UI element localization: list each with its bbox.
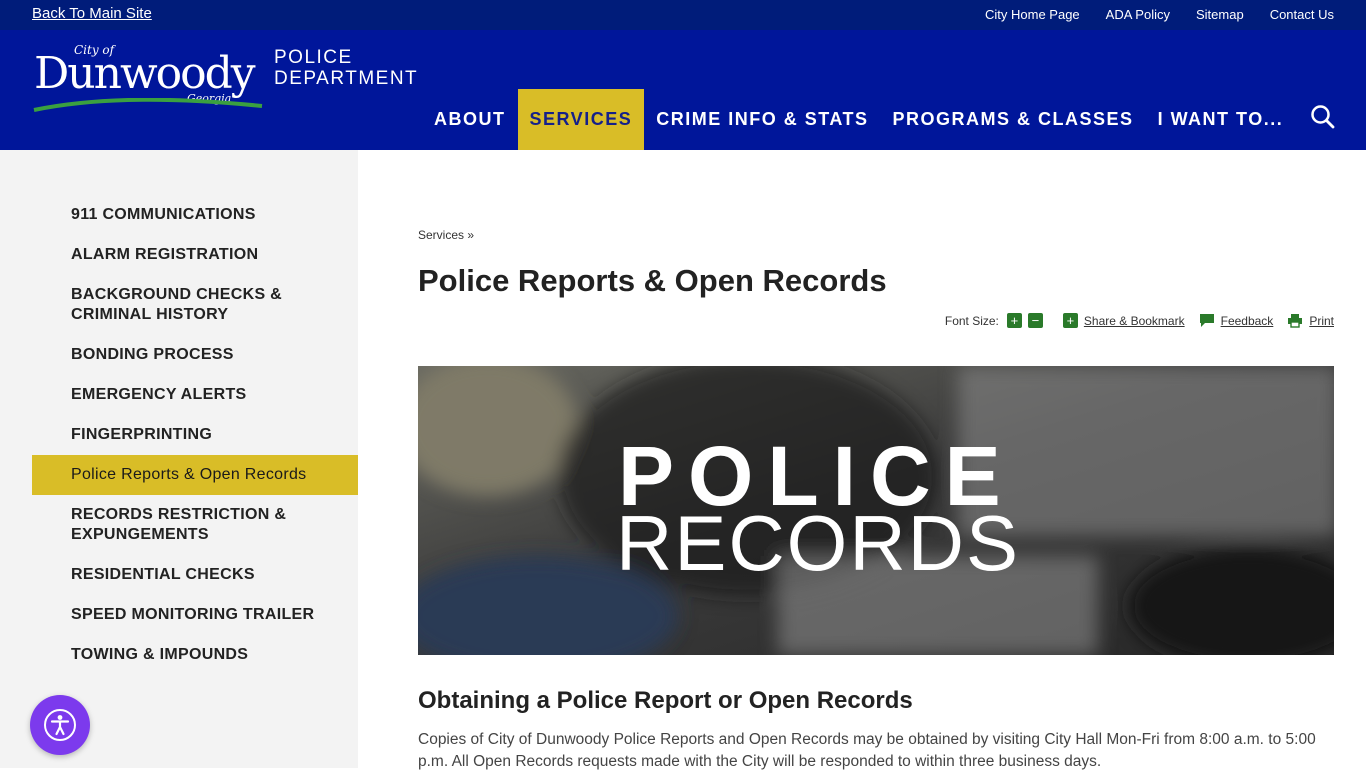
breadcrumb[interactable]: Services »: [418, 228, 474, 242]
department-name: POLICE DEPARTMENT: [274, 47, 418, 89]
page-title: Police Reports & Open Records: [418, 263, 887, 298]
font-size-label: Font Size:: [944, 313, 999, 328]
section-paragraph: Copies of City of Dunwoody Police Report…: [418, 731, 1316, 770]
nav-services[interactable]: SERVICES: [517, 89, 645, 150]
feedback-link[interactable]: Feedback: [1199, 313, 1274, 328]
print-link[interactable]: Print: [1287, 313, 1334, 328]
sidebar-item-bonding-process[interactable]: BONDING PROCESS: [32, 335, 358, 375]
nav-crime-info-stats[interactable]: CRIME INFO & STATS: [644, 89, 880, 150]
nav-i-want-to[interactable]: I WANT TO...: [1146, 89, 1296, 150]
nav-programs-classes[interactable]: PROGRAMS & CLASSES: [881, 89, 1146, 150]
sidebar-item-speed-monitoring[interactable]: SPEED MONITORING TRAILER: [32, 595, 358, 635]
sidebar-item-towing-impounds[interactable]: TOWING & IMPOUNDS: [32, 635, 358, 675]
dunwoody-logo[interactable]: City of Dunwoody Georgia: [32, 42, 272, 114]
sidebar: 911 COMMUNICATIONS ALARM REGISTRATION BA…: [0, 150, 358, 768]
search-button[interactable]: [1310, 104, 1336, 130]
sitemap-link[interactable]: Sitemap: [1196, 7, 1244, 22]
share-bookmark-link[interactable]: + Share & Bookmark: [1062, 313, 1185, 328]
section-heading: Obtaining a Police Report or Open Record…: [418, 687, 913, 714]
dept-line2: DEPARTMENT: [274, 68, 419, 89]
contact-us-link[interactable]: Contact Us: [1270, 7, 1334, 22]
site-header: City of Dunwoody Georgia POLICE DEPARTME…: [0, 30, 1366, 150]
font-increase-button[interactable]: +: [1006, 313, 1022, 328]
sidebar-nav: 911 COMMUNICATIONS ALARM REGISTRATION BA…: [32, 195, 358, 675]
police-records-banner-image: POLICE RECORDS: [418, 366, 1334, 655]
ada-policy-link[interactable]: ADA Policy: [1106, 7, 1170, 22]
nav-about[interactable]: ABOUT: [422, 89, 518, 150]
font-decrease-button[interactable]: −: [1027, 313, 1043, 328]
accessibility-icon: [44, 709, 76, 741]
main-nav: ABOUT SERVICES CRIME INFO & STATS PROGRA…: [422, 89, 1295, 150]
share-bookmark-label: Share & Bookmark: [1083, 313, 1185, 328]
city-home-page-link[interactable]: City Home Page: [985, 7, 1080, 22]
sidebar-item-emergency-alerts[interactable]: EMERGENCY ALERTS: [32, 375, 358, 415]
sidebar-item-residential-checks[interactable]: RESIDENTIAL CHECKS: [32, 555, 358, 595]
dept-line1: POLICE: [274, 47, 353, 68]
utility-bar: Back To Main Site City Home Page ADA Pol…: [0, 0, 1366, 30]
feedback-speech-icon: [1199, 314, 1214, 327]
sidebar-item-alarm-registration[interactable]: ALARM REGISTRATION: [32, 235, 358, 275]
feedback-label: Feedback: [1220, 313, 1274, 328]
logo-swoosh-icon: [33, 98, 263, 112]
sidebar-item-911-communications[interactable]: 911 COMMUNICATIONS: [32, 195, 358, 235]
page-tools: Font Size: + − + Share & Bookmark Feedba…: [945, 313, 1334, 328]
print-label: Print: [1309, 313, 1334, 328]
printer-icon: [1288, 314, 1303, 328]
banner-text-line2: RECORDS: [616, 499, 1021, 587]
sidebar-item-records-restriction[interactable]: RECORDS RESTRICTION & EXPUNGEMENTS: [32, 495, 358, 555]
search-icon: [1311, 105, 1335, 129]
sidebar-item-background-checks[interactable]: BACKGROUND CHECKS & CRIMINAL HISTORY: [32, 275, 358, 335]
sidebar-item-fingerprinting[interactable]: FINGERPRINTING: [32, 415, 358, 455]
utility-links: City Home Page ADA Policy Sitemap Contac…: [985, 7, 1334, 22]
sidebar-item-police-reports[interactable]: Police Reports & Open Records: [32, 455, 358, 495]
accessibility-button[interactable]: [30, 695, 90, 755]
share-plus-icon: +: [1062, 313, 1078, 328]
back-to-main-site-link[interactable]: Back To Main Site: [32, 5, 152, 22]
